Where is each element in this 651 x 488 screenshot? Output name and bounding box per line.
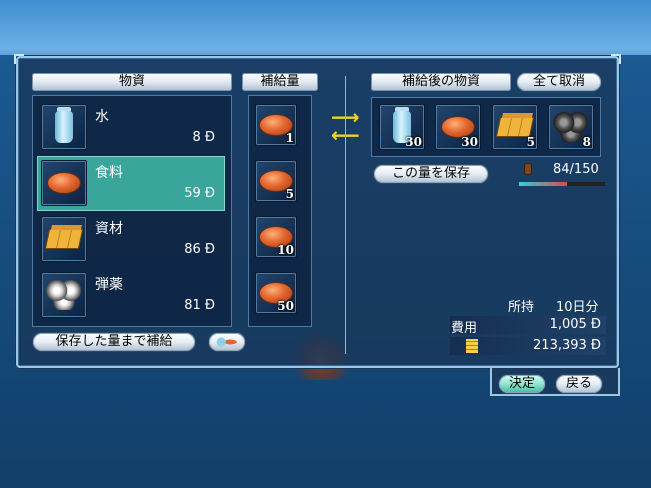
goods-qty: 81 Ð xyxy=(184,298,215,313)
lumber-icon: 5 xyxy=(492,104,538,150)
supply-header: 補給量 xyxy=(242,73,318,91)
cost-label: 費用 xyxy=(451,321,478,336)
water-bottle-icon xyxy=(41,104,87,150)
holding-label: 所持 xyxy=(508,300,535,315)
water-bread-icon xyxy=(214,336,238,348)
cancel-all-button[interactable]: 全て取消 xyxy=(517,73,601,91)
cargo-barrel-icon xyxy=(524,163,532,175)
supply-amount-list: 1 5 10 50 xyxy=(248,95,312,327)
supply-10-button[interactable]: 10 xyxy=(255,216,297,258)
bread-icon xyxy=(41,160,87,206)
goods-row-ammo[interactable]: 弾薬 81 Ð xyxy=(37,268,225,323)
holding-value: 10日分 xyxy=(556,300,599,315)
goods-qty: 59 Ð xyxy=(184,186,215,201)
capacity-bar xyxy=(519,182,605,186)
water-bottle-icon: 30 xyxy=(379,104,425,150)
goods-header: 物資 xyxy=(32,73,232,91)
goods-row-materials[interactable]: 資材 86 Ð xyxy=(37,212,225,267)
resupply-saved-button[interactable]: 保存した量まで補給 xyxy=(33,333,195,351)
goods-name: 弾薬 xyxy=(95,277,123,293)
lumber-icon xyxy=(41,216,87,262)
supply-5-button[interactable]: 5 xyxy=(255,160,297,202)
gold-value: 213,393 Ð xyxy=(533,338,601,353)
goods-row-water[interactable]: 水 8 Ð xyxy=(37,100,225,155)
goods-name: 資材 xyxy=(95,221,123,237)
supply-1-button[interactable]: 1 xyxy=(255,104,297,146)
save-amount-button[interactable]: この量を保存 xyxy=(374,165,488,183)
capacity-text: 84/150 xyxy=(553,162,599,177)
divider xyxy=(345,76,346,354)
cannonball-icon xyxy=(41,272,87,318)
capacity-fill xyxy=(519,182,568,186)
cost-value: 1,005 Ð xyxy=(549,317,601,332)
goods-qty: 86 Ð xyxy=(184,242,215,257)
goods-name: 水 xyxy=(95,109,109,125)
back-button[interactable]: 戻る xyxy=(556,375,602,393)
resupply-preview-button[interactable] xyxy=(209,333,245,351)
gold-icon xyxy=(466,339,478,353)
goods-name: 食料 xyxy=(95,165,123,181)
after-supply-header: 補給後の物資 xyxy=(371,73,511,91)
confirm-button[interactable]: 決定 xyxy=(499,375,545,393)
cannonball-icon: 8 xyxy=(548,104,594,150)
frame-corner-tl xyxy=(14,54,24,64)
goods-row-food[interactable]: 食料 59 Ð xyxy=(37,156,225,211)
frame-corner-tr xyxy=(611,54,621,64)
bread-icon: 30 xyxy=(435,104,481,150)
goods-list: 水 8 Ð 食料 59 Ð 資材 86 Ð 弾薬 81 Ð xyxy=(32,95,232,327)
goods-qty: 8 Ð xyxy=(192,130,215,145)
after-supply-list: 30 30 5 8 xyxy=(371,97,601,157)
supply-50-button[interactable]: 50 xyxy=(255,272,297,314)
